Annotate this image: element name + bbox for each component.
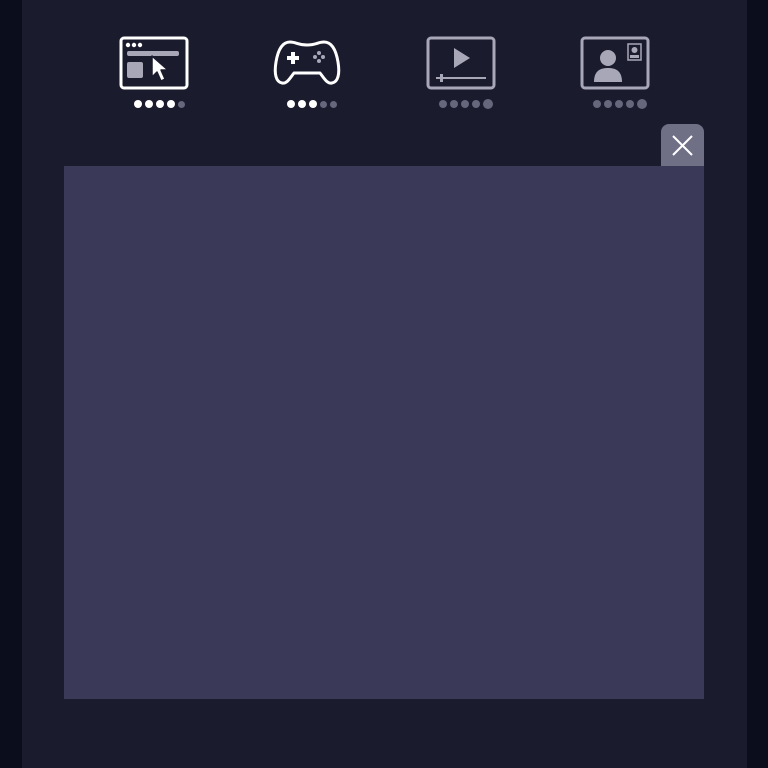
rating-dot — [615, 100, 623, 108]
content-panel — [64, 166, 704, 699]
rating-dot — [637, 99, 647, 109]
rating-dot — [593, 100, 601, 108]
rating-dot — [450, 100, 458, 108]
category-gaming[interactable] — [272, 36, 352, 116]
gamepad-icon — [272, 36, 352, 96]
rating-dot — [177, 100, 185, 108]
rating-dot — [309, 100, 317, 108]
rating-dot — [287, 100, 295, 108]
rating-dot — [320, 100, 327, 108]
rating-dot — [604, 100, 612, 108]
rating-dot — [144, 100, 153, 108]
app-window — [22, 0, 747, 768]
rating-dot — [330, 100, 337, 108]
category-rating — [426, 98, 506, 110]
close-icon — [672, 135, 693, 156]
video-call-icon — [580, 36, 660, 96]
rating-dot — [472, 100, 480, 108]
rating-dot — [483, 99, 493, 109]
category-rating — [119, 98, 199, 110]
category-bar — [22, 0, 747, 120]
rating-dot — [298, 100, 306, 108]
category-rating — [580, 98, 660, 110]
close-button[interactable] — [661, 124, 704, 167]
rating-dot — [439, 100, 447, 108]
rating-dot — [461, 100, 469, 108]
rating-dot — [626, 100, 634, 108]
rating-dot — [155, 100, 164, 108]
video-player-icon — [426, 36, 506, 96]
rating-dot — [166, 100, 175, 108]
browser-cursor-icon — [119, 36, 199, 96]
category-video[interactable] — [426, 36, 506, 116]
rating-dot — [133, 100, 142, 108]
category-rating — [272, 98, 352, 110]
category-video-call[interactable] — [580, 36, 660, 116]
category-browsing[interactable] — [119, 36, 199, 116]
